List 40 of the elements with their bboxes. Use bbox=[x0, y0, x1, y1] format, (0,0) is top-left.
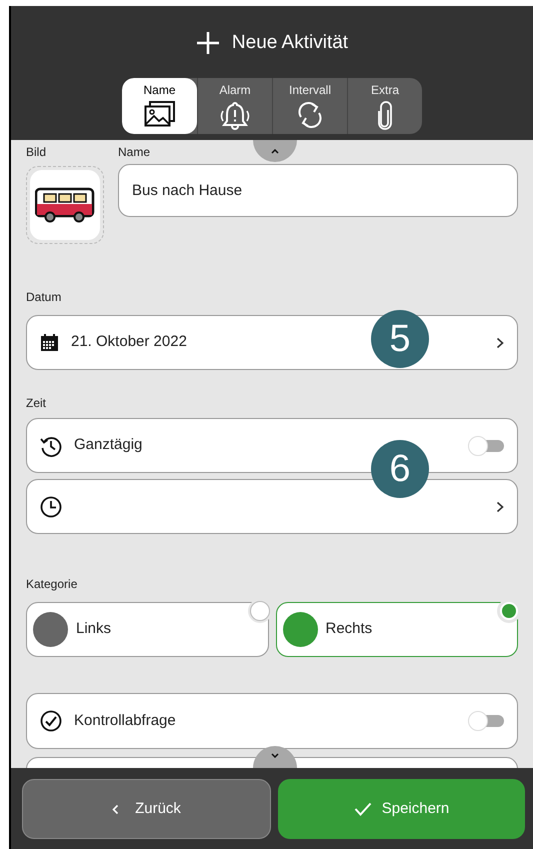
clock-icon bbox=[40, 496, 62, 518]
chevron-right-icon bbox=[496, 336, 504, 348]
tab[interactable]: Extra bbox=[347, 78, 422, 134]
name-field[interactable]: Bus nach Hause bbox=[118, 164, 518, 217]
back-button[interactable]: Zurück bbox=[22, 779, 271, 839]
bell-icon bbox=[219, 100, 251, 130]
category-label: Links bbox=[76, 619, 112, 640]
field-label: Name bbox=[118, 144, 150, 161]
refresh-icon bbox=[297, 100, 323, 128]
tab[interactable]: Alarm bbox=[197, 78, 272, 134]
date-value: 21. Oktober 2022 bbox=[71, 332, 187, 352]
paperclip-icon bbox=[377, 100, 393, 130]
tab[interactable]: Intervall bbox=[272, 78, 347, 134]
screen-title: Neue Aktivität bbox=[232, 31, 348, 55]
field-label: Zeit bbox=[26, 395, 48, 412]
row-label: Kontrollabfrage bbox=[74, 710, 177, 731]
category-label: Rechts bbox=[326, 619, 372, 640]
toggle-switch[interactable] bbox=[468, 711, 504, 731]
check-circle-icon bbox=[40, 710, 62, 732]
category-option[interactable]: Rechts bbox=[276, 602, 518, 657]
radio-button[interactable] bbox=[248, 599, 272, 623]
plus-icon bbox=[196, 31, 220, 56]
caret-down-icon bbox=[271, 753, 279, 758]
tab[interactable]: Name bbox=[122, 78, 197, 134]
field-label: Bild bbox=[26, 144, 48, 161]
pictures-icon bbox=[144, 100, 176, 126]
chevron-left-icon bbox=[112, 804, 120, 814]
checkmark-icon bbox=[354, 802, 372, 816]
save-button[interactable]: Speichern bbox=[278, 779, 525, 839]
history-icon bbox=[40, 434, 62, 456]
bus-icon bbox=[35, 187, 95, 223]
field-label: Datum bbox=[26, 289, 62, 306]
category-option[interactable]: Links bbox=[26, 602, 268, 657]
chevron-right-icon bbox=[496, 500, 504, 512]
field-label: Kategorie bbox=[26, 576, 78, 593]
caret-up-icon bbox=[271, 149, 279, 154]
calendar-icon bbox=[40, 334, 59, 352]
row-label: Ganztägig bbox=[74, 435, 144, 456]
toggle-switch[interactable] bbox=[468, 436, 504, 456]
image-picker[interactable] bbox=[26, 166, 104, 244]
